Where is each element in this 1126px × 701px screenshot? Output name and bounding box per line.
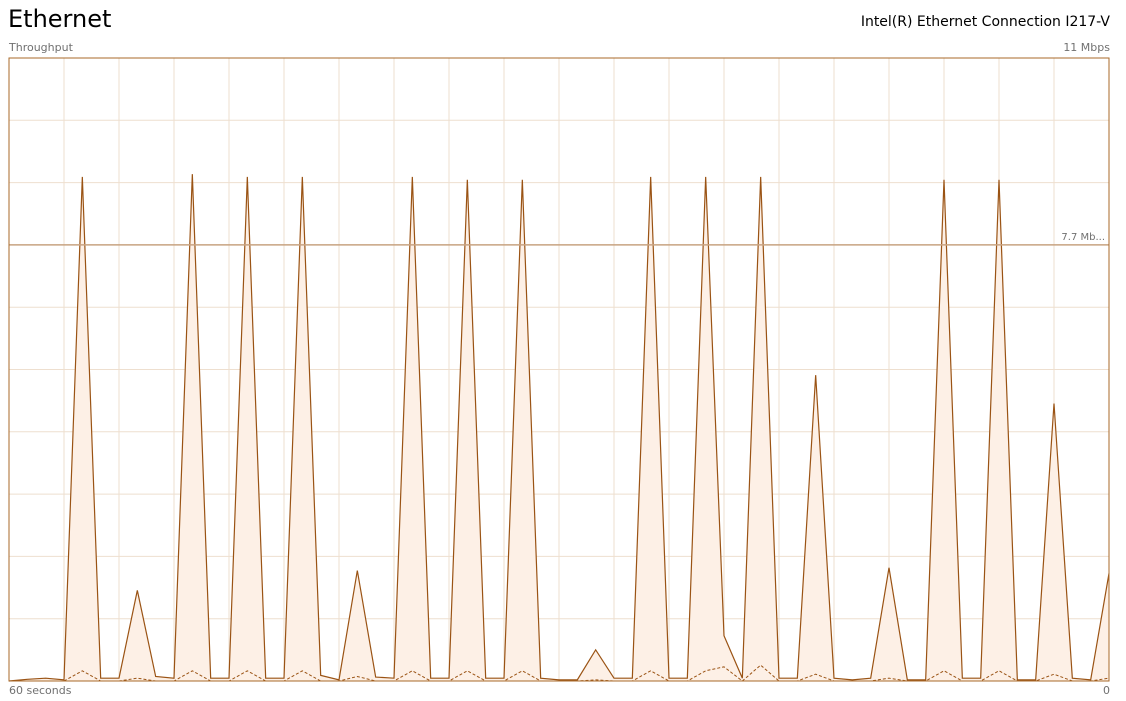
throughput-chart: 7.7 Mb... [8,57,1110,682]
reference-line-label: 7.7 Mb... [1061,232,1105,243]
